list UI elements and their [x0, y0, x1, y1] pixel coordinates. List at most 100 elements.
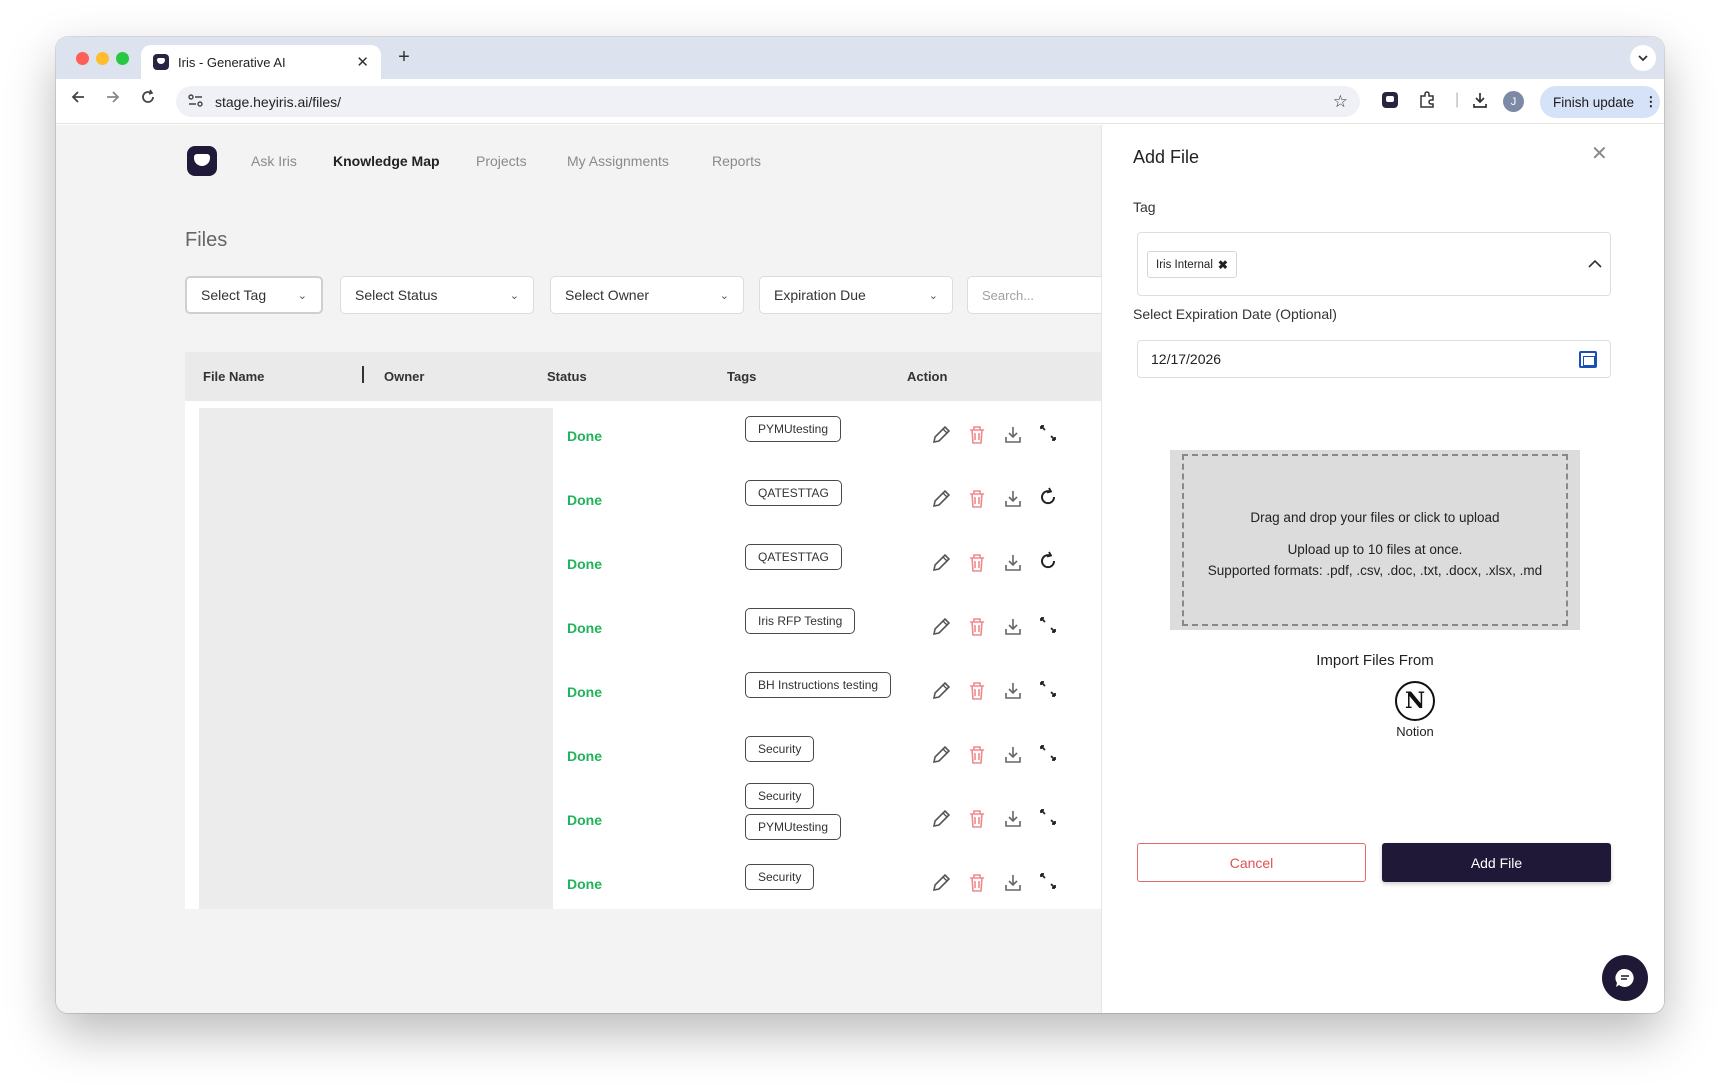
edit-pencil-icon[interactable] — [929, 807, 953, 831]
tag-label: Tag — [1133, 199, 1156, 215]
tag-chip: Security — [745, 864, 815, 890]
forward-arrow-icon[interactable] — [101, 89, 125, 110]
column-file-name[interactable]: File Name — [203, 369, 264, 384]
expand-icon[interactable] — [1036, 869, 1060, 893]
expand-icon[interactable] — [1036, 741, 1060, 765]
url-input[interactable]: stage.heyiris.ai/files/ ☆ — [176, 86, 1360, 117]
column-owner[interactable]: Owner — [384, 369, 424, 384]
expand-icon[interactable] — [1036, 613, 1060, 637]
close-icon[interactable]: ✕ — [1591, 141, 1608, 166]
download-icon[interactable] — [1001, 615, 1025, 639]
delete-trash-icon[interactable] — [965, 807, 989, 831]
delete-trash-icon[interactable] — [965, 423, 989, 447]
download-icon[interactable] — [1001, 679, 1025, 703]
column-status[interactable]: Status — [547, 369, 587, 384]
chat-support-button[interactable] — [1602, 955, 1648, 1001]
table-row: Done BH Instructions testing — [185, 657, 1115, 727]
calendar-icon[interactable] — [1579, 351, 1597, 368]
profile-avatar[interactable]: J — [1503, 91, 1524, 112]
chevron-up-icon[interactable] — [1588, 255, 1602, 272]
edit-pencil-icon[interactable] — [929, 615, 953, 639]
refresh-icon[interactable] — [1036, 549, 1060, 573]
reload-icon[interactable] — [136, 89, 160, 110]
select-status-dropdown[interactable]: Select Status ⌄ — [340, 276, 534, 314]
delete-trash-icon[interactable] — [965, 679, 989, 703]
finish-update-button[interactable]: Finish update ⋮ — [1540, 86, 1660, 118]
status-badge: Done — [567, 492, 602, 508]
more-menu-icon: ⋮ — [1644, 94, 1658, 109]
file-dropzone[interactable]: Drag and drop your files or click to upl… — [1170, 450, 1580, 630]
expiration-date-input[interactable]: 12/17/2026 — [1137, 340, 1611, 378]
new-tab-button[interactable]: + — [390, 46, 418, 69]
cancel-button[interactable]: Cancel — [1137, 843, 1366, 882]
tag-chip: PYMUtesting — [745, 814, 842, 840]
download-icon[interactable] — [1001, 551, 1025, 575]
delete-trash-icon[interactable] — [965, 615, 989, 639]
delete-trash-icon[interactable] — [965, 871, 989, 895]
tab-close-icon[interactable]: ✕ — [356, 53, 369, 71]
nav-reports[interactable]: Reports — [712, 153, 761, 169]
column-tags[interactable]: Tags — [727, 369, 756, 384]
select-owner-dropdown[interactable]: Select Owner ⌄ — [550, 276, 744, 314]
edit-pencil-icon[interactable] — [929, 487, 953, 511]
tab-search-button[interactable] — [1630, 45, 1656, 71]
notion-icon[interactable]: N — [1395, 681, 1435, 721]
expiration-due-dropdown[interactable]: Expiration Due ⌄ — [759, 276, 953, 314]
download-icon[interactable] — [1471, 91, 1489, 114]
nav-ask-iris[interactable]: Ask Iris — [251, 153, 297, 169]
iris-logo[interactable] — [187, 146, 217, 176]
chat-icon — [1615, 968, 1634, 987]
delete-trash-icon[interactable] — [965, 743, 989, 767]
table-row: Done Security PYMUtesting — [185, 783, 1115, 855]
download-icon[interactable] — [1001, 743, 1025, 767]
download-icon[interactable] — [1001, 487, 1025, 511]
add-file-button[interactable]: Add File — [1382, 843, 1611, 882]
close-window-button[interactable] — [76, 52, 89, 65]
browser-tab[interactable]: Iris - Generative AI ✕ — [141, 45, 381, 79]
site-settings-icon[interactable] — [188, 93, 203, 110]
download-icon[interactable] — [1001, 807, 1025, 831]
back-arrow-icon[interactable] — [66, 89, 90, 110]
delete-trash-icon[interactable] — [965, 551, 989, 575]
expand-icon[interactable] — [1036, 677, 1060, 701]
tag-chip: Security — [745, 783, 815, 809]
table-row: Done PYMUtesting — [185, 401, 1115, 471]
maximize-window-button[interactable] — [116, 52, 129, 65]
column-action[interactable]: Action — [907, 369, 947, 384]
status-badge: Done — [567, 620, 602, 636]
status-badge: Done — [567, 876, 602, 892]
nav-knowledge-map[interactable]: Knowledge Map — [333, 153, 440, 169]
extensions-puzzle-icon[interactable] — [1418, 91, 1436, 114]
notion-label[interactable]: Notion — [1382, 724, 1448, 739]
select-status-label: Select Status — [355, 287, 438, 303]
expand-icon[interactable] — [1036, 805, 1060, 829]
table-row: Done QATESTTAG — [185, 465, 1115, 535]
edit-pencil-icon[interactable] — [929, 423, 953, 447]
bookmark-star-icon[interactable]: ☆ — [1333, 92, 1348, 112]
chevron-down-icon: ⌄ — [297, 289, 307, 302]
remove-tag-icon[interactable]: ✖ — [1218, 258, 1228, 272]
tag-select[interactable]: Iris Internal ✖ — [1137, 232, 1611, 296]
nav-projects[interactable]: Projects — [476, 153, 527, 169]
edit-pencil-icon[interactable] — [929, 871, 953, 895]
dropzone-instruction: Drag and drop your files or click to upl… — [1250, 510, 1500, 525]
select-tag-dropdown[interactable]: Select Tag ⌄ — [185, 276, 323, 314]
table-row: Done Security — [185, 721, 1115, 791]
download-icon[interactable] — [1001, 871, 1025, 895]
dropzone-border: Drag and drop your files or click to upl… — [1182, 454, 1568, 626]
table-row: Done Iris RFP Testing — [185, 593, 1115, 663]
minimize-window-button[interactable] — [96, 52, 109, 65]
nav-my-assignments[interactable]: My Assignments — [567, 153, 669, 169]
download-icon[interactable] — [1001, 423, 1025, 447]
edit-pencil-icon[interactable] — [929, 743, 953, 767]
panel-title: Add File — [1133, 147, 1200, 167]
column-resize-handle[interactable] — [362, 366, 364, 383]
expand-icon[interactable] — [1036, 421, 1060, 445]
edit-pencil-icon[interactable] — [929, 551, 953, 575]
refresh-icon[interactable] — [1036, 485, 1060, 509]
delete-trash-icon[interactable] — [965, 487, 989, 511]
table-row: Done Security — [185, 849, 1115, 909]
iris-extension-icon[interactable] — [1381, 91, 1399, 114]
finish-update-label: Finish update — [1553, 94, 1635, 110]
edit-pencil-icon[interactable] — [929, 679, 953, 703]
